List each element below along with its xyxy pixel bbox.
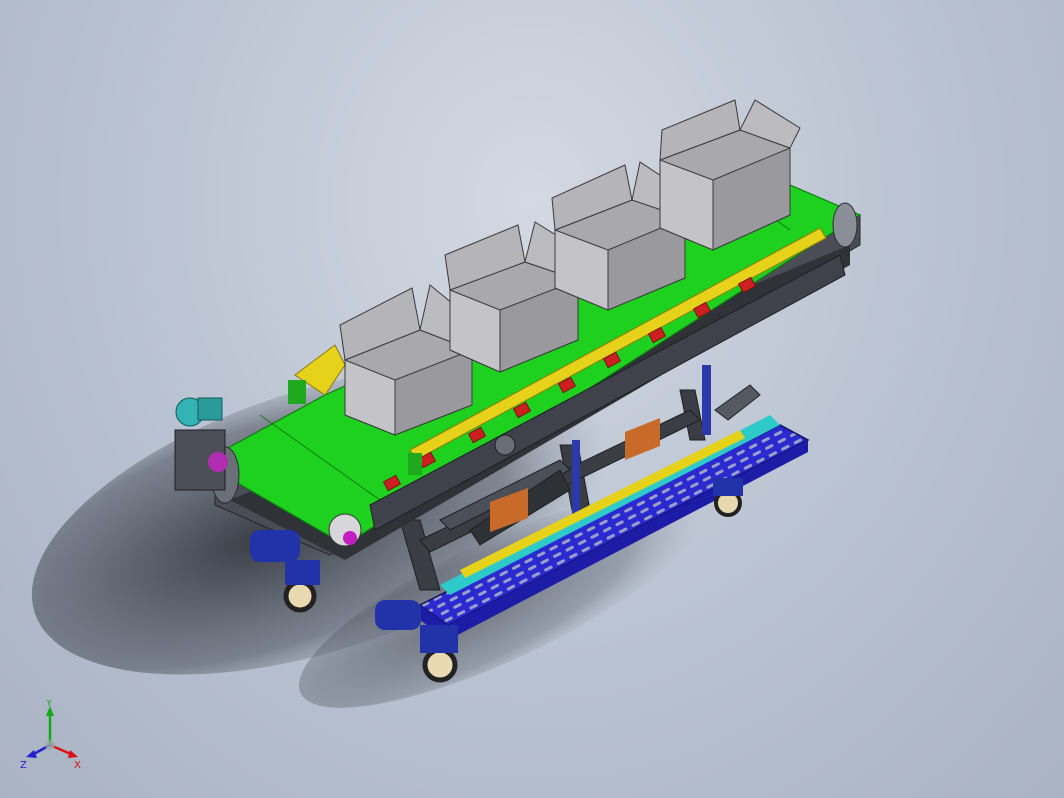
drive-motor	[174, 397, 228, 491]
caster-rear-right	[713, 478, 743, 517]
tail-bearing-hub	[343, 531, 357, 545]
head-drum	[832, 202, 858, 248]
green-bin	[288, 380, 306, 404]
z-axis-label: Z	[20, 760, 27, 771]
y-axis-label: Y	[45, 700, 53, 709]
triad-origin	[45, 740, 55, 750]
cad-viewport[interactable]	[0, 0, 1064, 798]
blue-upright-right	[702, 365, 711, 435]
warning-plate-2	[625, 418, 660, 460]
green-bin-2	[408, 453, 422, 475]
x-arrow-icon	[68, 750, 78, 758]
blue-upright-left	[572, 440, 580, 520]
z-arrow-icon	[26, 750, 37, 758]
beam-bracket	[494, 434, 516, 456]
orientation-triad[interactable]: Y X Z	[18, 700, 88, 775]
x-axis-label: X	[74, 760, 81, 771]
tow-bracket	[714, 384, 761, 421]
